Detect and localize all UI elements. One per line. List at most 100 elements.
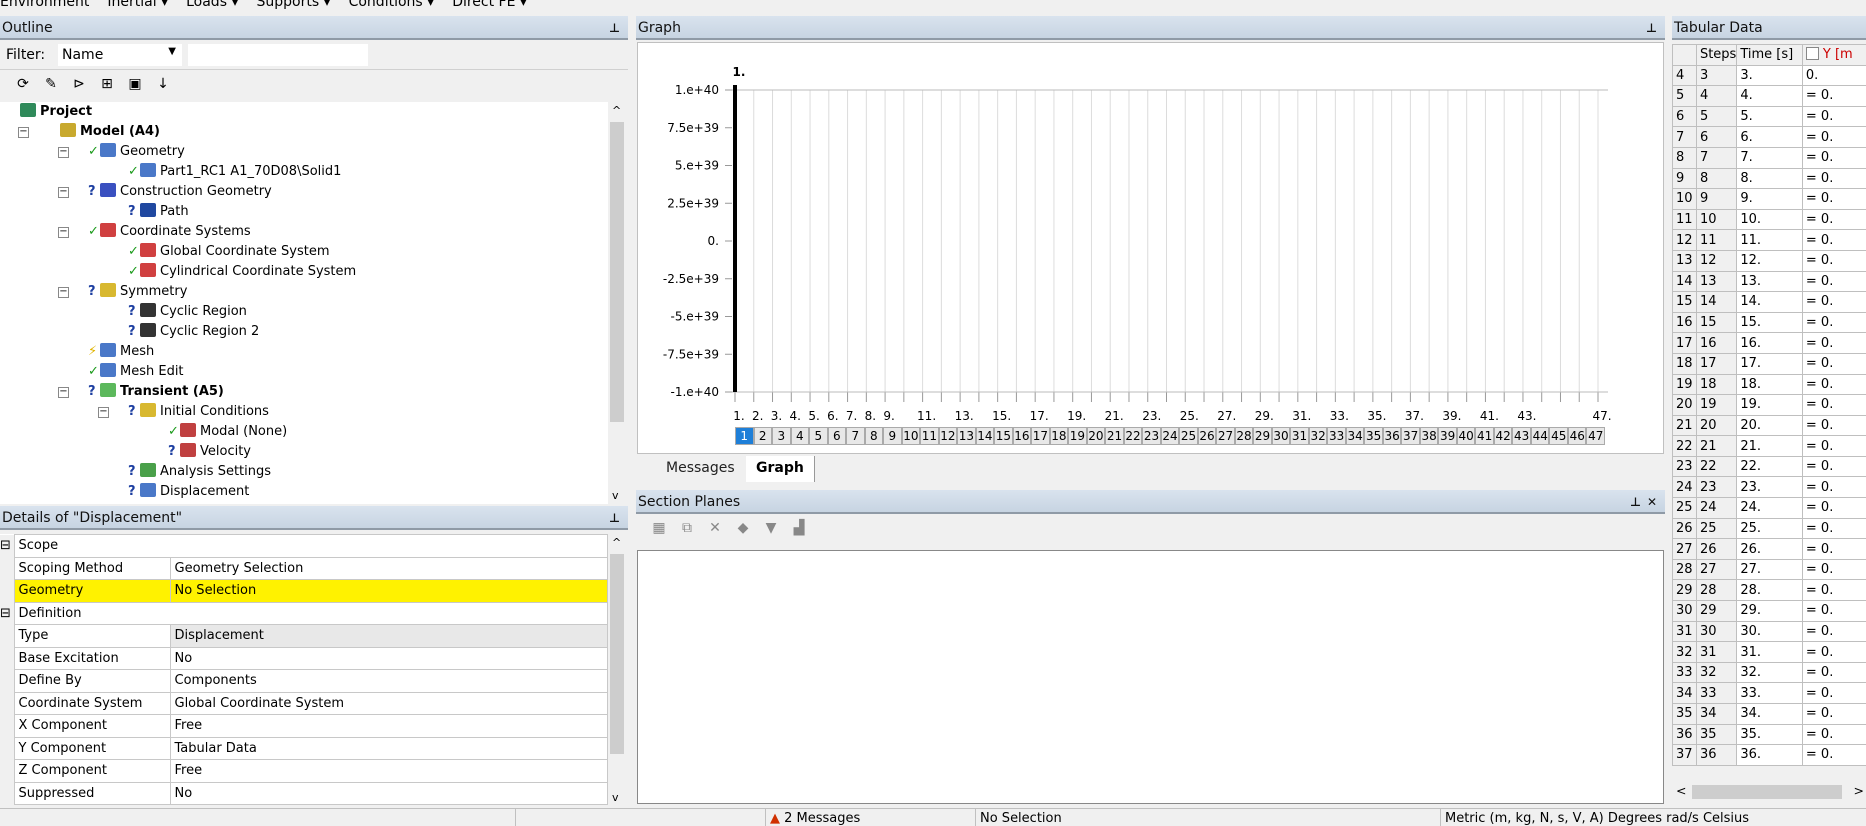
step-button[interactable]: 46 [1568,427,1587,445]
column-header[interactable]: Y [m [1802,45,1866,66]
expand-toggle[interactable]: − [58,287,69,298]
property-value[interactable]: Displacement [170,625,608,648]
cap-icon[interactable]: ▼ [762,519,780,537]
toolbar-item[interactable]: Inertial ▾ [107,0,168,10]
tree-item[interactable]: ✓Cylindrical Coordinate System [128,262,356,282]
step-button[interactable]: 3 [772,427,791,445]
tabular-hscrollbar[interactable]: <> [1672,782,1866,802]
step-button[interactable]: 4 [791,427,810,445]
step-button[interactable]: 43 [1512,427,1531,445]
tree-item[interactable]: ?Cyclic Region [128,302,247,322]
tree-item[interactable]: ?Symmetry [88,282,187,302]
y-value-cell[interactable]: = 0. [1802,642,1866,663]
y-value-cell[interactable]: = 0. [1802,601,1866,622]
expand-toggle[interactable]: − [58,227,69,238]
clear-icon[interactable]: ✎ [42,75,60,93]
step-button[interactable]: 37 [1401,427,1420,445]
y-value-cell[interactable]: = 0. [1802,580,1866,601]
step-button[interactable]: 33 [1327,427,1346,445]
tree-item[interactable]: ✓Mesh Edit [88,362,184,382]
y-value-cell[interactable]: = 0. [1802,456,1866,477]
sort-az-icon[interactable]: ↓ [154,75,172,93]
step-button[interactable]: 47 [1586,427,1605,445]
y-value-cell[interactable]: = 0. [1802,189,1866,210]
pin-icon[interactable]: ⊥ [609,16,620,40]
expand-toggle[interactable]: − [18,127,29,138]
step-button[interactable]: 23 [1142,427,1161,445]
expand-toggle[interactable]: − [58,387,69,398]
y-value-cell[interactable]: = 0. [1802,250,1866,271]
details-row[interactable]: Z ComponentFree [0,760,608,783]
step-button[interactable]: 22 [1124,427,1143,445]
step-button[interactable]: 25 [1179,427,1198,445]
step-button[interactable]: 31 [1290,427,1309,445]
step-button[interactable]: 11 [920,427,939,445]
y-value-cell[interactable]: = 0. [1802,477,1866,498]
pin-icon[interactable]: ⊥ [609,506,620,530]
toolbar-item[interactable]: Loads ▾ [186,0,238,10]
column-header[interactable] [1673,45,1697,66]
tree-item[interactable]: ✓Part1_RC1 A1_70D08\Solid1 [128,162,341,182]
expand-toggle[interactable]: − [58,147,69,158]
tab-graph[interactable]: Graph [746,456,815,482]
tree-item[interactable]: ?Path [128,202,189,222]
details-section[interactable]: ⊟Scope [0,535,608,558]
pin-icon[interactable]: ⊥ [1630,490,1641,514]
close-icon[interactable]: ✕ [1647,490,1657,514]
show-plane-icon[interactable]: ◆ [734,519,752,537]
step-button[interactable]: 1 [735,427,754,445]
details-section[interactable]: ⊟Definition [0,602,608,625]
step-button[interactable]: 8 [865,427,884,445]
tree-item[interactable]: ?Analysis Settings [128,462,271,482]
details-row[interactable]: Define ByComponents [0,670,608,693]
step-button[interactable]: 20 [1087,427,1106,445]
y-value-cell[interactable]: = 0. [1802,498,1866,519]
y-value-cell[interactable]: = 0. [1802,147,1866,168]
property-value[interactable]: No [170,647,608,670]
property-value[interactable]: No Selection [170,580,608,603]
property-value[interactable]: Free [170,715,608,738]
property-value[interactable]: Free [170,760,608,783]
step-button[interactable]: 39 [1438,427,1457,445]
folder-icon[interactable]: ▣ [126,75,144,93]
outline-scrollbar[interactable]: ^v [608,102,626,504]
step-button[interactable]: 41 [1475,427,1494,445]
expand-all-icon[interactable]: ⊞ [98,75,116,93]
property-value[interactable]: No [170,782,608,805]
step-button[interactable]: 38 [1420,427,1439,445]
step-button[interactable]: 15 [994,427,1013,445]
cap-edges-icon[interactable]: ▟ [790,519,808,537]
tree-item[interactable]: ?Initial Conditions [128,402,269,422]
refresh-icon[interactable]: ⟳ [14,75,32,93]
step-button[interactable]: 24 [1161,427,1180,445]
tree-item[interactable]: ✓Geometry [88,142,185,162]
property-value[interactable]: Global Coordinate System [170,692,608,715]
y-value-cell[interactable]: = 0. [1802,86,1866,107]
new-section-plane-icon[interactable]: ▦ [650,519,668,537]
details-row[interactable]: SuppressedNo [0,782,608,805]
step-button[interactable]: 26 [1198,427,1217,445]
step-button[interactable]: 44 [1531,427,1550,445]
filter-input[interactable] [188,44,368,66]
details-row[interactable]: Base ExcitationNo [0,647,608,670]
step-button[interactable]: 36 [1383,427,1402,445]
step-button[interactable]: 13 [957,427,976,445]
tree-item[interactable]: ?Displacement [128,482,249,502]
y-value-cell[interactable]: = 0. [1802,106,1866,127]
step-button[interactable]: 34 [1346,427,1365,445]
property-value[interactable]: Tabular Data [170,737,608,760]
y-value-cell[interactable]: = 0. [1802,724,1866,745]
step-button[interactable]: 16 [1013,427,1032,445]
units-status[interactable]: Metric (m, kg, N, s, V, A) Degrees rad/s… [1440,809,1866,826]
tab-messages[interactable]: Messages [666,460,735,476]
y-value-cell[interactable]: = 0. [1802,395,1866,416]
tree-item[interactable]: ✓Modal (None) [168,422,287,442]
y-value-cell[interactable]: = 0. [1802,662,1866,683]
y-value-cell[interactable]: = 0. [1802,292,1866,313]
y-value-cell[interactable]: = 0. [1802,704,1866,725]
delete-icon[interactable]: ✕ [706,519,724,537]
details-row[interactable]: Scoping MethodGeometry Selection [0,557,608,580]
details-row[interactable]: Y ComponentTabular Data [0,737,608,760]
step-button[interactable]: 42 [1494,427,1513,445]
y-value-cell[interactable]: = 0. [1802,271,1866,292]
